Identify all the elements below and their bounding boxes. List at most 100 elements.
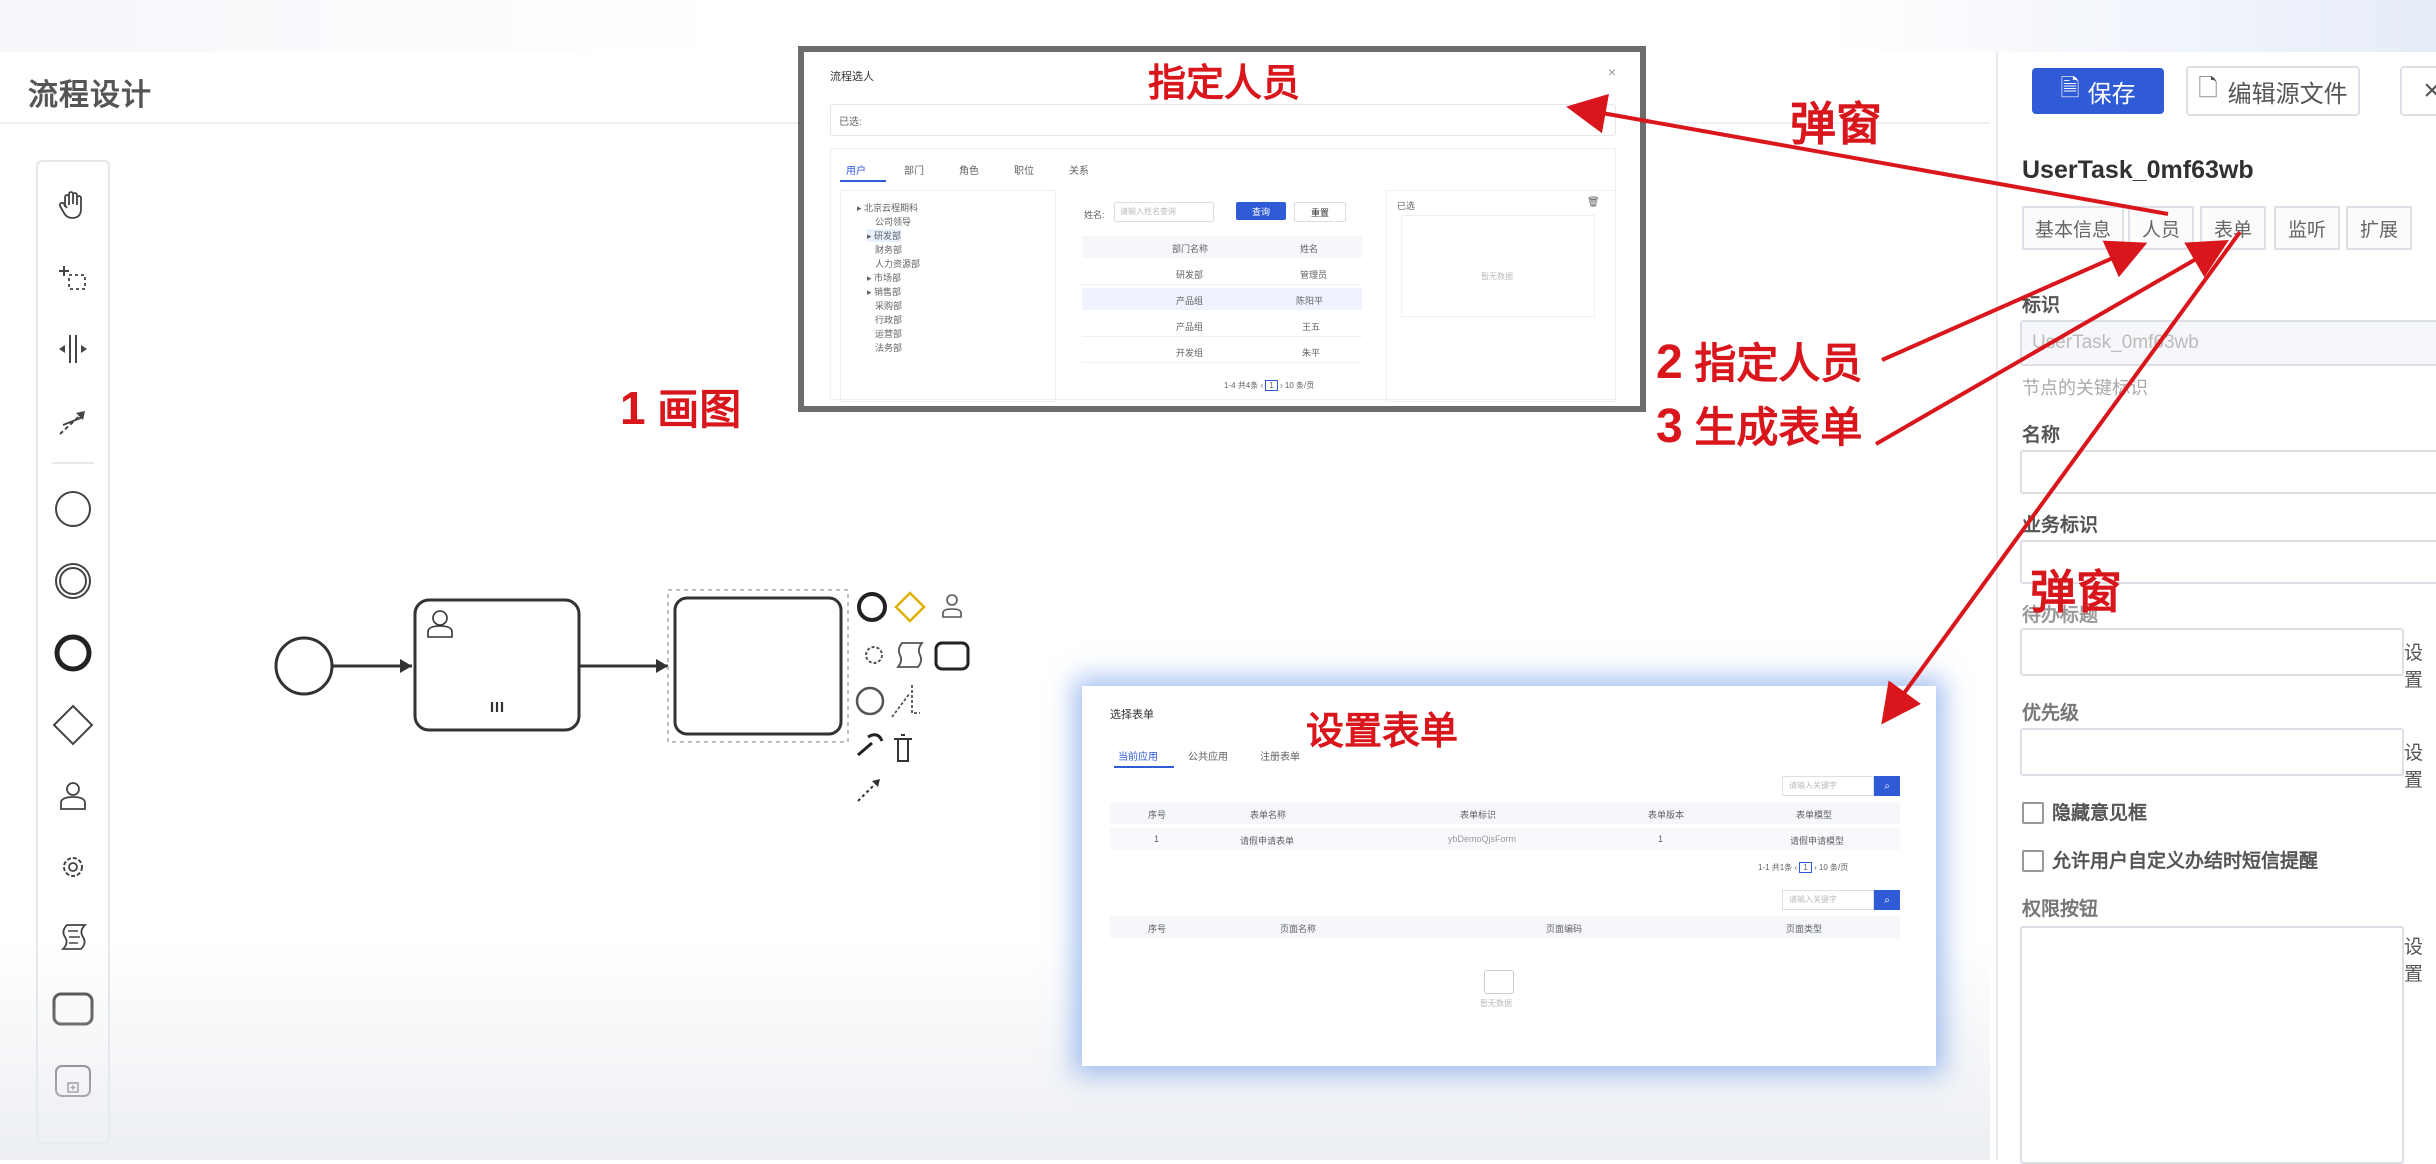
permission-label: 权限按钮 [2022,899,2099,920]
global-connect-icon[interactable] [38,392,108,450]
tab-users[interactable]: 用户 [846,162,866,177]
priority-field[interactable] [2020,728,2404,776]
table-row[interactable]: 产品组 王五 [1082,314,1362,337]
tab-extension[interactable]: 扩展 [2346,206,2412,250]
annotation-assign-personnel: 2 指定人员 [1656,336,1863,389]
table-row[interactable]: 开发组 朱平 [1082,340,1362,363]
empty-text: 暂无数据 [1480,999,1512,1008]
save-button[interactable]: 🗎 保存 [2032,68,2164,114]
tab-form[interactable]: 表单 [2200,206,2266,250]
lasso-tool-icon[interactable] [38,248,108,306]
append-end-event-icon [857,592,887,622]
pagination[interactable]: 1-1 共1条 ‹ 1 › 10 条/页 [1758,862,1848,873]
priority-label: 优先级 [2022,703,2080,724]
set-permission-button[interactable]: 设置 [2404,932,2436,986]
append-intermediate-event-icon [855,686,885,716]
connect-icon [872,779,880,787]
tab-public-app[interactable]: 公共应用 [1188,748,1228,763]
tree-node[interactable]: 人力资源部 [875,257,920,270]
user-table-header: 部门名称 姓名 [1082,236,1362,258]
save-icon: 🗎 [2060,74,2080,102]
table-row[interactable]: 1 请假申请表单 ybDemoQjsForm 1 请假申请模型 [1110,828,1900,850]
tab-listener[interactable]: 监听 [2274,206,2340,250]
form-search-button[interactable]: ⌕ [1874,776,1900,796]
reset-button[interactable]: 重置 [1294,202,1346,222]
tree-node[interactable]: 财务部 [875,243,902,256]
node-id-title: UserTask_0mf63wb [2022,156,2254,184]
tree-node[interactable]: 法务部 [875,341,902,354]
page-title: 流程设计 [28,79,152,112]
selected-panel: 已选 🗑 暂无数据 [1386,190,1616,402]
append-task-icon [934,641,970,671]
dialog-title: 选择表单 [1110,709,1154,721]
append-script-task-icon [896,642,924,668]
empty-icon [1484,970,1514,994]
tab-personnel[interactable]: 人员 [2128,206,2194,250]
active-tab-indicator [1114,766,1174,768]
delete-icon [894,734,912,762]
tab-relations[interactable]: 关系 [1069,162,1089,177]
search-label: 姓名: [1084,210,1105,220]
annotation-popup-1: 弹窗 [1790,98,1882,150]
set-todo-title-button[interactable]: 设置 [2404,638,2436,692]
id-field[interactable]: UserTask_0mf63wb [2020,320,2436,366]
tree-node[interactable]: ▸ 销售部 [867,285,901,298]
tab-registered-forms[interactable]: 注册表单 [1260,748,1300,763]
gateway-icon[interactable] [38,696,108,754]
todo-title-field[interactable] [2020,628,2404,676]
permission-field[interactable] [2020,926,2404,1164]
start-event-icon[interactable] [38,480,108,538]
name-field[interactable] [2020,450,2436,494]
tree-node[interactable]: 运营部 [875,327,902,340]
tab-basic-info[interactable]: 基本信息 [2022,206,2124,250]
service-task-icon[interactable] [38,838,108,896]
name-search-input[interactable]: 请输入姓名查询 [1114,202,1214,222]
tab-roles[interactable]: 角色 [959,162,979,177]
end-event-icon[interactable] [38,624,108,682]
annotation-generate-form: 3 生成表单 [1656,400,1863,453]
tree-node[interactable]: ▸ 研发部 [867,229,902,242]
tree-node[interactable]: 行政部 [875,313,902,326]
id-hint: 节点的关键标识 [2022,378,2148,398]
query-button[interactable]: 查询 [1236,202,1286,220]
hide-opinion-label: 隐藏意见框 [2052,803,2148,824]
space-tool-icon[interactable] [38,320,108,378]
tree-node[interactable]: ▸ 市场部 [867,271,901,284]
text-annotation-icon [891,685,920,718]
dialog2-annotation-title: 设置表单 [1306,711,1459,753]
form-search-input[interactable]: 请输入关键字 [1782,776,1874,796]
pagination[interactable]: 1-4 共4条 ‹ 1 › 10 条/页 [1224,380,1314,391]
tab-positions[interactable]: 职位 [1014,162,1034,177]
edit-source-button[interactable]: 🗋 编辑源文件 [2186,66,2360,116]
tab-departments[interactable]: 部门 [904,162,924,177]
tree-node[interactable]: ▸ 北京云程期科 [857,201,918,214]
dialog1-annotation-title: 指定人员 [1148,63,1301,105]
context-pad[interactable] [850,585,980,815]
dialog-title: 流程选人 [830,71,874,83]
selected-task-node[interactable] [673,596,843,736]
close-button[interactable]: × [2400,66,2436,116]
header-band [0,0,2436,52]
business-key-label: 业务标识 [2022,515,2099,536]
page-table-header: 序号 页面名称 页面编码 页面类型 [1110,916,1900,938]
table-row[interactable]: 产品组 陈阳平 [1082,288,1362,310]
append-gateway-icon [894,591,926,623]
user-task-icon[interactable] [38,766,108,824]
user-select-dialog-screenshot: 流程选人 × 已选: 用户 部门 角色 职位 关系 ▸ 北京云程期科 公司领导 … [804,52,1640,406]
id-label: 标识 [2022,295,2061,316]
append-user-task-icon [942,608,962,618]
page-search-input[interactable]: 请输入关键字 [1782,890,1874,910]
hide-opinion-checkbox[interactable] [2022,802,2044,824]
hand-tool-icon[interactable] [38,176,108,234]
dialog-close-icon[interactable]: × [1608,64,1616,80]
tab-current-app[interactable]: 当前应用 [1118,748,1158,763]
tree-node[interactable]: 采购部 [875,299,902,312]
selected-bar: 已选: [830,104,1616,136]
start-event[interactable] [274,636,334,696]
table-row[interactable]: 研发部 管理员 [1082,262,1362,285]
tree-node[interactable]: 公司领导 [875,215,911,228]
custom-sms-checkbox[interactable] [2022,850,2044,872]
intermediate-event-icon[interactable] [38,552,108,610]
set-priority-button[interactable]: 设置 [2404,738,2436,792]
page-search-button[interactable]: ⌕ [1874,890,1900,910]
